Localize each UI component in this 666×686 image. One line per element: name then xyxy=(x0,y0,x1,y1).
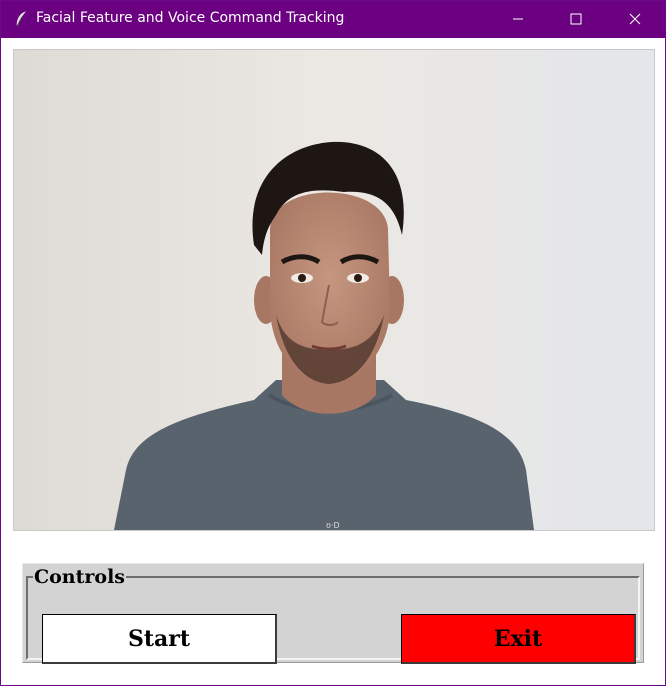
close-icon xyxy=(629,10,641,29)
minimize-icon xyxy=(512,10,524,29)
close-button[interactable] xyxy=(612,1,658,38)
title-bar[interactable]: Facial Feature and Voice Command Trackin… xyxy=(1,1,665,38)
minimize-button[interactable] xyxy=(495,1,541,38)
feather-icon xyxy=(13,11,29,27)
maximize-icon xyxy=(570,10,582,29)
controls-frame: Start Exit Controls xyxy=(22,563,644,664)
svg-text:ʊ·D: ʊ·D xyxy=(326,521,340,530)
camera-feed-image: ʊ·D xyxy=(14,50,654,530)
app-window: Facial Feature and Voice Command Trackin… xyxy=(0,0,666,686)
controls-label: Controls xyxy=(33,565,126,589)
window-title: Facial Feature and Voice Command Trackin… xyxy=(36,10,345,26)
start-button[interactable]: Start xyxy=(42,614,277,664)
maximize-button[interactable] xyxy=(553,1,599,38)
exit-button[interactable]: Exit xyxy=(401,614,636,664)
camera-feed: ʊ·D xyxy=(13,49,655,531)
